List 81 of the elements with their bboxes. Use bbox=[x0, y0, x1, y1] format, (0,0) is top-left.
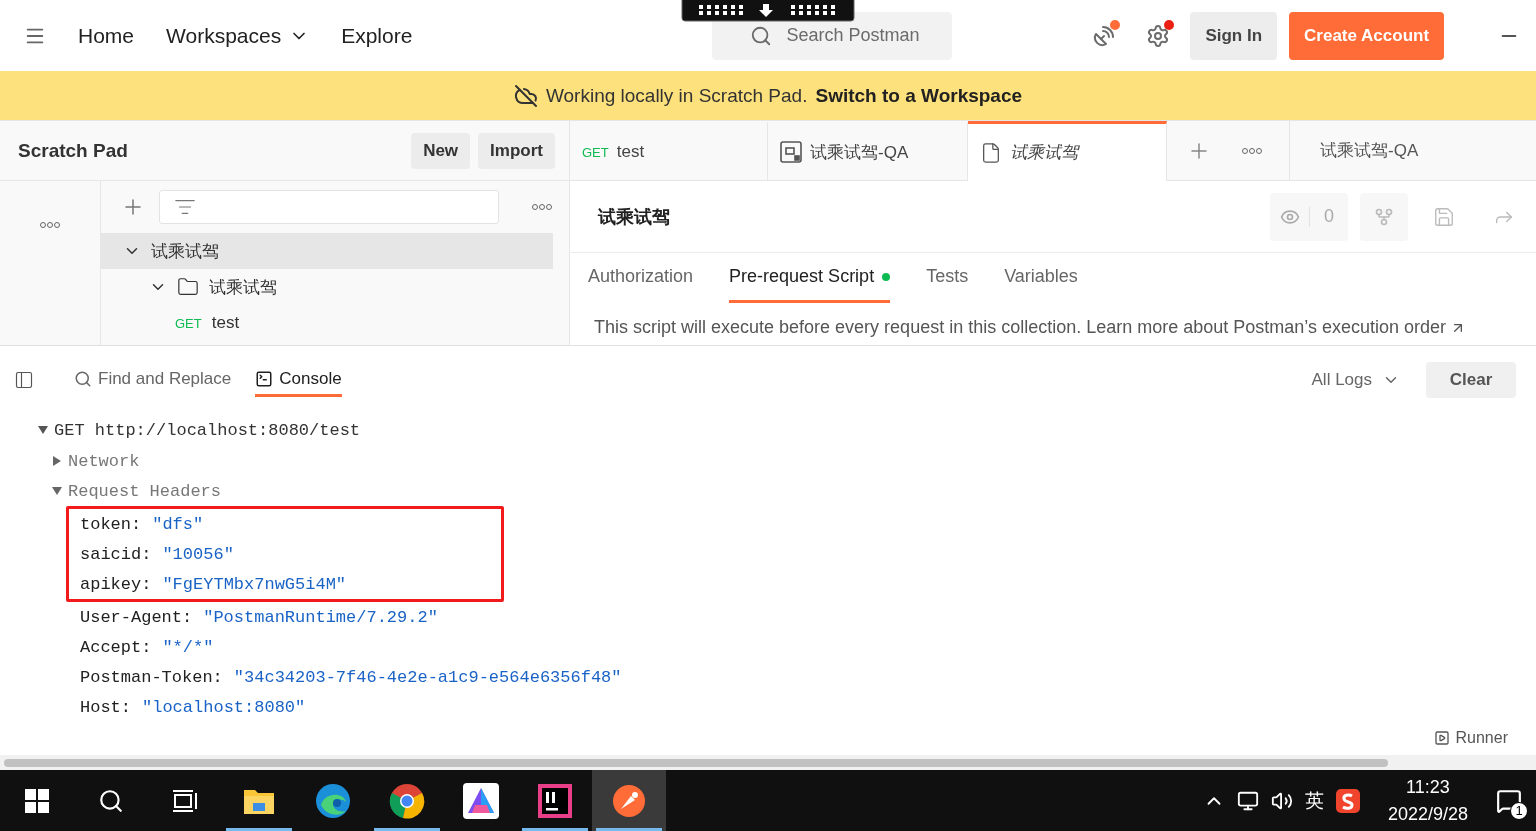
script-description: This script will execute before every request in this collection. Learn more about Postman’s execution order bbox=[594, 317, 1536, 338]
search-icon bbox=[74, 369, 92, 388]
log-section[interactable]: Request Headers bbox=[38, 476, 1536, 506]
log-section[interactable]: Network bbox=[38, 446, 1536, 476]
filter-field[interactable] bbox=[159, 190, 499, 224]
sidebar-title: Scratch Pad bbox=[18, 139, 129, 162]
header-row-text: token: "dfs" bbox=[80, 513, 205, 536]
sidebar-toggle-icon[interactable] bbox=[14, 370, 34, 390]
ime-app-icon[interactable] bbox=[1335, 788, 1360, 813]
tree-item-label: 试乘试驾 bbox=[209, 276, 277, 299]
more-icon[interactable] bbox=[1241, 146, 1263, 155]
tab-label: 试乘试驾-QA bbox=[810, 141, 909, 164]
sign-in-button[interactable]: Sign In bbox=[1190, 11, 1278, 60]
tree-item-label: 试乘试驾 bbox=[151, 240, 219, 263]
tree-item[interactable]: 试乘试驾 bbox=[101, 233, 553, 269]
header-row-text: apikey: "FgEYTMbx7nwG5i4M" bbox=[80, 573, 348, 596]
document-icon bbox=[980, 141, 1002, 164]
browser-icon bbox=[389, 782, 425, 819]
settings-icon[interactable] bbox=[1146, 23, 1171, 48]
header-row-text: User-Agent: "PostmanRuntime/7.29.2" bbox=[80, 606, 439, 629]
input-method[interactable]: 英 bbox=[1304, 787, 1324, 814]
notification-icon[interactable] bbox=[1496, 787, 1522, 814]
network-icon[interactable] bbox=[1236, 789, 1259, 812]
nav-link[interactable]: Home bbox=[78, 23, 135, 48]
fork-icon bbox=[1374, 206, 1394, 227]
more-icon[interactable] bbox=[531, 203, 553, 211]
task-view-icon bbox=[172, 788, 198, 813]
tree-item[interactable]: 试乘试驾 bbox=[101, 269, 553, 305]
triangle-app-icon bbox=[463, 782, 499, 819]
import-button[interactable]: Import bbox=[478, 132, 555, 169]
section-tab[interactable]: Pre-request Script bbox=[729, 253, 891, 303]
tree-item-label: test bbox=[211, 313, 240, 333]
banner-message: Working locally in Scratch Pad. bbox=[545, 84, 808, 107]
browser-icon bbox=[315, 782, 351, 819]
ide-icon bbox=[538, 783, 572, 818]
scrollbar[interactable] bbox=[4, 758, 1388, 767]
expanded-triangle-icon bbox=[38, 425, 48, 435]
section-tab[interactable]: Tests bbox=[926, 253, 969, 303]
new-button[interactable]: New bbox=[411, 132, 471, 169]
rocket-app-icon bbox=[612, 783, 646, 818]
request-method: GET bbox=[582, 144, 609, 160]
folder-icon bbox=[177, 276, 199, 298]
environment-selector[interactable]: 试乘试驾-QA bbox=[1290, 121, 1536, 180]
play-icon bbox=[1433, 730, 1450, 746]
nav-link[interactable]: Explore bbox=[341, 23, 413, 48]
watch-count: 0 bbox=[1323, 206, 1335, 227]
more-icon[interactable] bbox=[39, 221, 61, 229]
clear-button[interactable]: Clear bbox=[1426, 362, 1516, 398]
tree-item[interactable]: GET test bbox=[101, 305, 553, 341]
console-tool-tab[interactable]: Find and Replace bbox=[74, 363, 232, 397]
environment-icon bbox=[780, 141, 802, 163]
clock[interactable]: 11:23 2022/9/28 bbox=[1387, 776, 1468, 825]
header-row-text: Host: "localhost:8080" bbox=[80, 696, 307, 719]
learn-more-link[interactable]: Learn more about Postman’s execution order bbox=[1086, 317, 1467, 338]
header-row-text: Postman-Token: "34c34203-7f46-4e2e-a1c9-e564e6356f48" bbox=[80, 666, 623, 689]
editor-tab[interactable]: 试乘试驾 bbox=[968, 121, 1167, 181]
console-tool-tab[interactable]: Console bbox=[255, 363, 342, 397]
collapsed-triangle-icon bbox=[52, 456, 62, 466]
tab-label: 试乘试驾 bbox=[1010, 142, 1078, 164]
remote-control-menu[interactable] bbox=[681, 0, 855, 22]
header-row-text: Accept: "*/*" bbox=[80, 636, 215, 659]
section-tab[interactable]: Variables bbox=[1004, 253, 1078, 303]
workspace-link[interactable]: Switch to a Workspace bbox=[815, 84, 1023, 107]
search-icon bbox=[98, 787, 124, 814]
terminal-icon bbox=[255, 369, 274, 388]
satellite-icon[interactable] bbox=[1092, 23, 1117, 48]
request-method: GET bbox=[175, 315, 202, 331]
runner-button[interactable]: Runner bbox=[1433, 729, 1508, 747]
nav-link[interactable]: Workspaces bbox=[166, 23, 310, 48]
cloud-off-icon bbox=[513, 83, 538, 108]
editor-tab[interactable]: GET test bbox=[570, 121, 768, 180]
tab-label: test bbox=[616, 142, 645, 162]
log-filter-dropdown[interactable]: All Logs bbox=[1311, 370, 1400, 390]
search-icon bbox=[750, 24, 773, 47]
header-row-text: saicid: "10056" bbox=[80, 543, 235, 566]
section-tab[interactable]: Authorization bbox=[588, 253, 694, 303]
notification-count: 1 bbox=[1510, 801, 1528, 820]
collection-name: 试乘试驾 bbox=[598, 205, 671, 229]
expanded-triangle-icon bbox=[52, 486, 62, 496]
log-entry[interactable]: GET http://localhost:8080/test bbox=[38, 414, 1536, 446]
windows-icon bbox=[25, 788, 49, 813]
